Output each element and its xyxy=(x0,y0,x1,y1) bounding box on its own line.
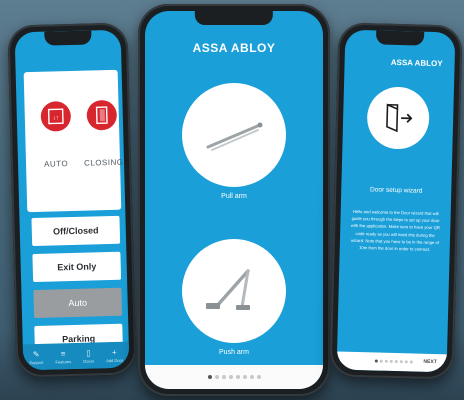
arm-selection-screen: ASSA ABLOY Pull arm Push arm xyxy=(145,11,323,389)
brand-logo: ASSA ABLOY xyxy=(390,57,443,69)
page-dot[interactable] xyxy=(221,375,226,379)
page-dot[interactable] xyxy=(235,375,240,379)
door-exit-icon-circle xyxy=(366,86,430,150)
svg-text:↓↑: ↓↑ xyxy=(53,115,59,121)
phone-notch xyxy=(375,30,425,46)
phone-setup-wizard: ASSA ABLOY Door setup wizard Hello and w… xyxy=(329,22,463,380)
page-dot[interactable] xyxy=(256,375,261,379)
door-control-screen: ↓↑ AUTO CLOSING Off/Closed Exit Only Aut… xyxy=(14,29,130,371)
page-dot[interactable] xyxy=(404,360,408,364)
wizard-description: Hello and welcome to the Door wizard tha… xyxy=(350,208,440,252)
pull-arm-option[interactable] xyxy=(182,83,286,187)
push-arm-label: Push arm xyxy=(219,349,249,356)
tab-label: Features xyxy=(55,358,72,364)
page-dot[interactable] xyxy=(389,359,393,363)
sliders-icon: ≡ xyxy=(60,348,66,358)
wizard-footer: NEXT xyxy=(336,351,448,373)
tab-label: Support xyxy=(29,359,44,365)
tab-doors[interactable]: ▯ Doors xyxy=(83,348,94,363)
page-dot[interactable] xyxy=(379,359,383,363)
next-button[interactable]: NEXT xyxy=(423,359,436,365)
phone-notch xyxy=(44,30,92,46)
menu-item-exit-only[interactable]: Exit Only xyxy=(32,251,122,283)
menu-item-off-closed[interactable]: Off/Closed xyxy=(31,215,121,247)
push-arm-option[interactable] xyxy=(182,239,286,343)
tab-features[interactable]: ≡ Features xyxy=(55,349,71,364)
phone-notch xyxy=(194,11,274,25)
plus-icon: + xyxy=(111,347,117,357)
page-dot[interactable] xyxy=(409,360,413,364)
page-dot[interactable] xyxy=(214,375,219,379)
page-dot[interactable] xyxy=(384,359,388,363)
phone-icon: ▯ xyxy=(86,348,91,358)
page-dot[interactable] xyxy=(394,360,398,364)
tab-bar: ✎ Support ≡ Features ▯ Doors + Add Door xyxy=(22,341,130,371)
page-dot[interactable] xyxy=(228,375,233,379)
tab-label: Add Door xyxy=(106,357,124,363)
phone-door-control: ↓↑ AUTO CLOSING Off/Closed Exit Only Aut… xyxy=(7,22,137,378)
wizard-title: Door setup wizard xyxy=(369,186,423,195)
mode-label-auto: AUTO xyxy=(43,159,69,169)
page-dot[interactable] xyxy=(207,375,212,379)
pull-arm-icon xyxy=(206,122,263,151)
page-indicator xyxy=(145,365,323,389)
tab-add-door[interactable]: + Add Door xyxy=(106,347,123,362)
push-arm-icon xyxy=(206,269,250,310)
tab-label: Doors xyxy=(83,357,95,364)
page-dot[interactable] xyxy=(249,375,254,379)
menu-item-auto[interactable]: Auto xyxy=(33,287,123,319)
phone-arm-selection: ASSA ABLOY Pull arm Push arm xyxy=(138,4,330,396)
mode-label-closing: CLOSING xyxy=(83,157,124,168)
door-exit-icon xyxy=(386,103,413,133)
auto-mode-icon[interactable]: ↓↑ xyxy=(40,101,72,132)
page-dot[interactable] xyxy=(242,375,247,379)
page-dot[interactable] xyxy=(374,359,378,363)
mode-card: ↓↑ AUTO CLOSING xyxy=(23,69,124,213)
tab-support[interactable]: ✎ Support xyxy=(29,349,43,364)
wrench-icon: ✎ xyxy=(32,349,40,359)
brand-logo: ASSA ABLOY xyxy=(192,41,276,55)
pull-arm-label: Pull arm xyxy=(221,193,247,200)
page-dot[interactable] xyxy=(399,360,403,364)
setup-wizard-screen: ASSA ABLOY Door setup wizard Hello and w… xyxy=(336,29,456,373)
page-indicator xyxy=(374,359,413,364)
closing-door-icon[interactable] xyxy=(86,99,118,131)
